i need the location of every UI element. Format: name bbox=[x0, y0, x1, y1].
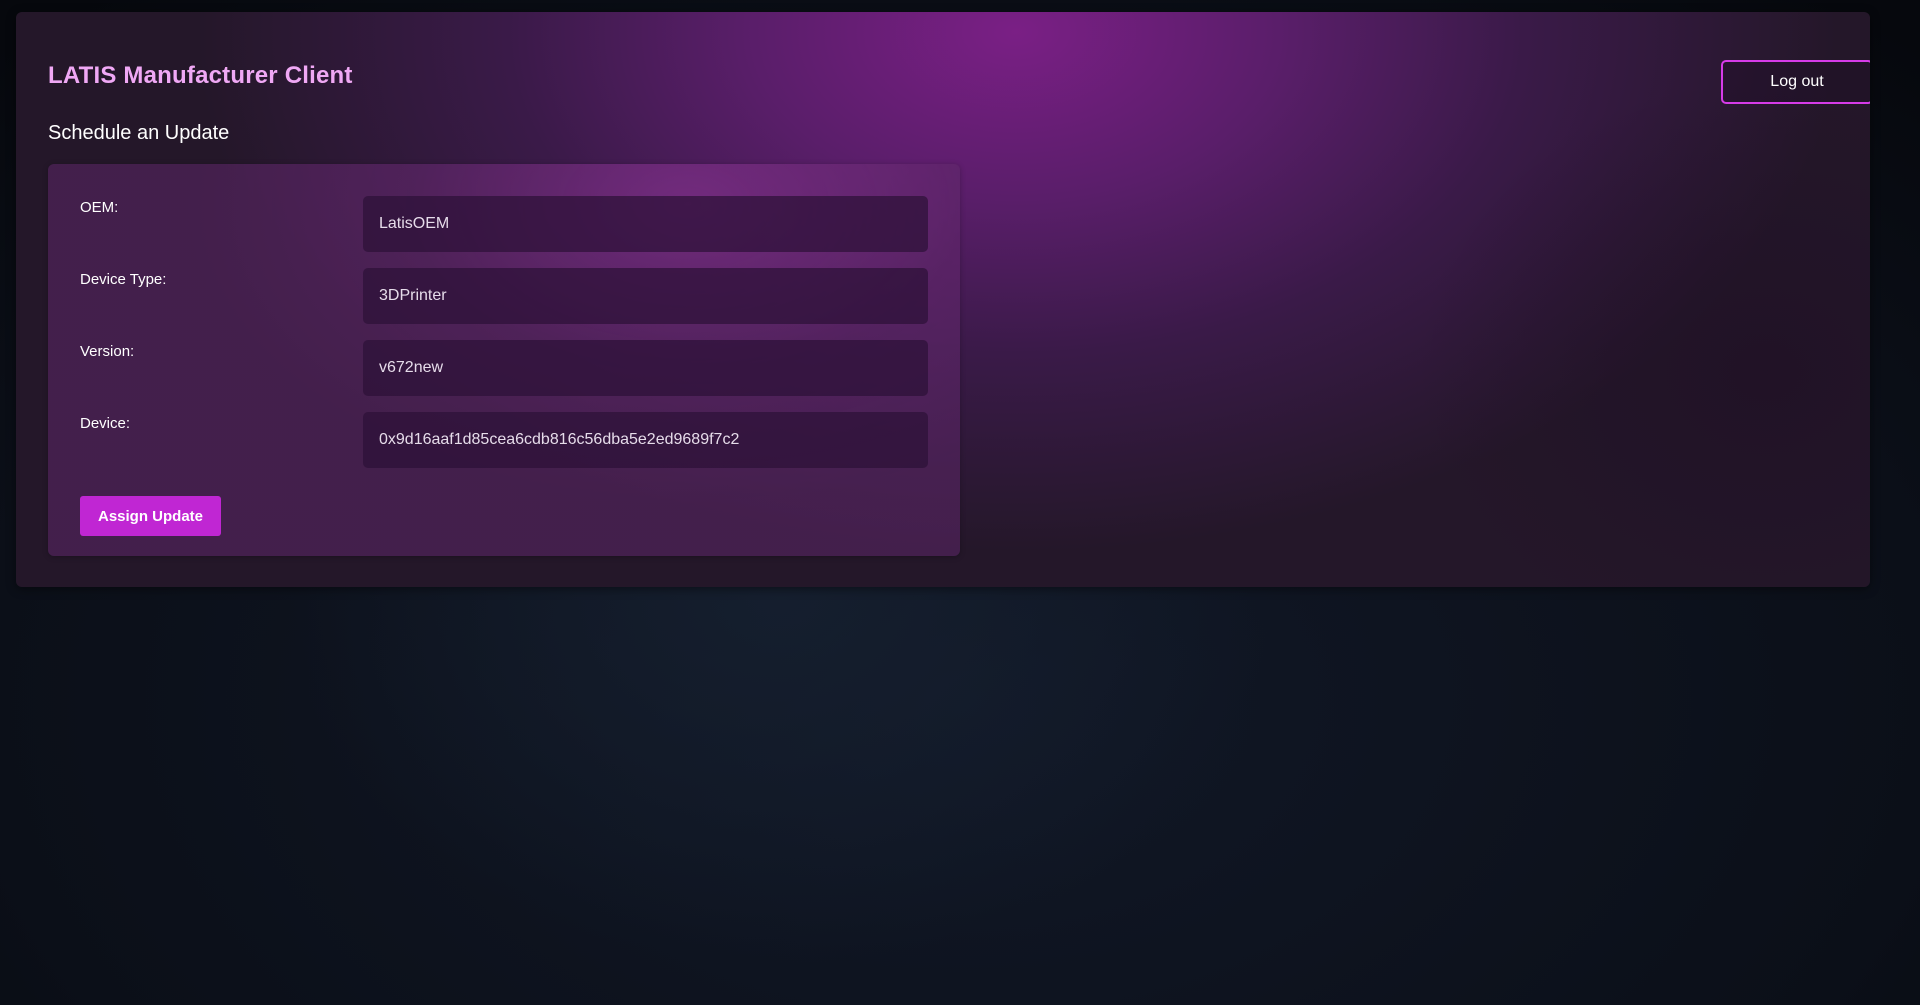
form-row-version: Version: bbox=[80, 340, 928, 396]
device-input[interactable] bbox=[363, 412, 928, 468]
oem-label: OEM: bbox=[80, 199, 119, 216]
oem-input[interactable] bbox=[363, 196, 928, 252]
section-title: Schedule an Update bbox=[48, 122, 230, 144]
form-row-device: Device: bbox=[80, 412, 928, 468]
version-label: Version: bbox=[80, 343, 135, 360]
main-panel: LATIS Manufacturer Client Log out Schedu… bbox=[16, 12, 1870, 587]
logout-button[interactable]: Log out bbox=[1721, 60, 1870, 104]
device-label: Device: bbox=[80, 415, 131, 432]
form-row-device-type: Device Type: bbox=[80, 268, 928, 324]
form-row-oem: OEM: bbox=[80, 196, 928, 252]
device-type-label: Device Type: bbox=[80, 271, 167, 288]
device-type-input[interactable] bbox=[363, 268, 928, 324]
update-form-card: OEM: Device Type: Version: Device: Assig… bbox=[48, 164, 960, 556]
version-input[interactable] bbox=[363, 340, 928, 396]
app-title: LATIS Manufacturer Client bbox=[48, 62, 353, 89]
assign-update-button[interactable]: Assign Update bbox=[80, 496, 221, 536]
